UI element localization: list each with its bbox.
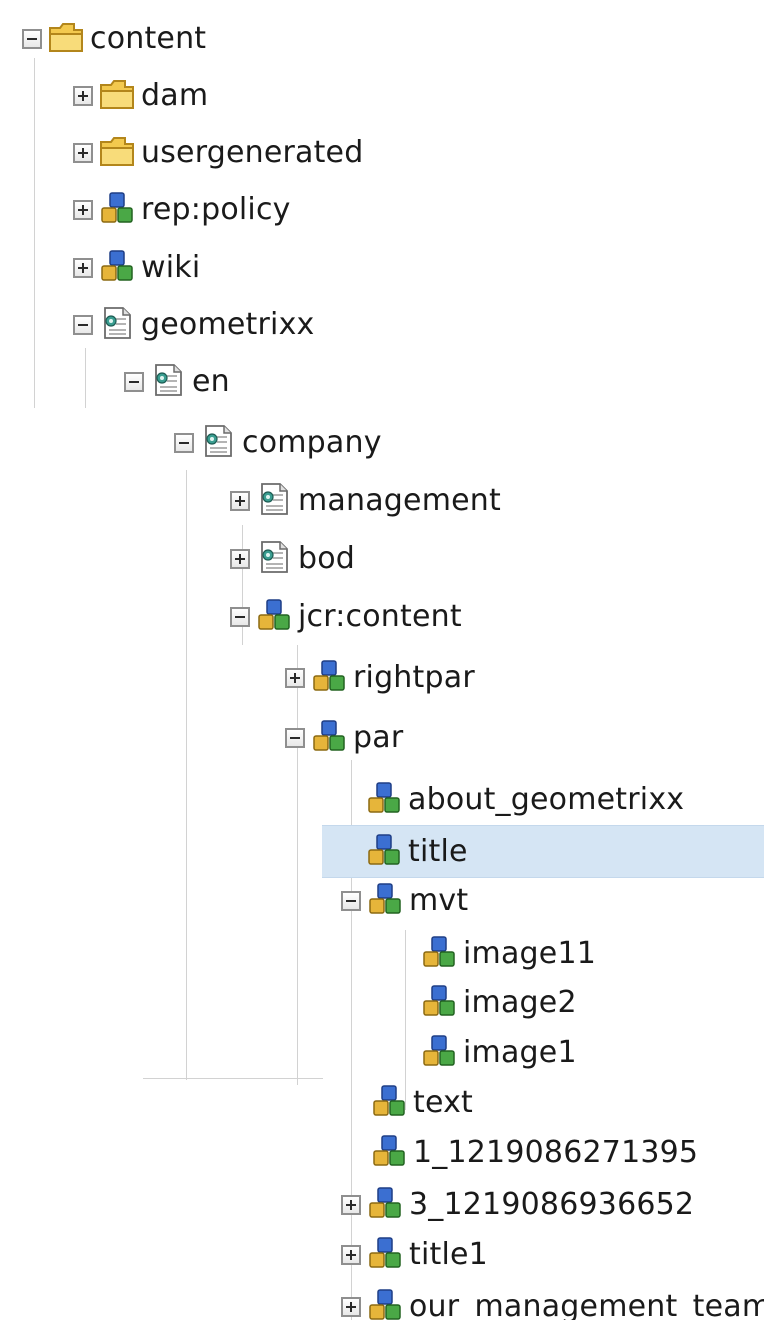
- tree-node-label: geometrixx: [141, 307, 315, 342]
- node-cubes-icon: [371, 1084, 407, 1122]
- collapse-toggle[interactable]: [174, 433, 194, 453]
- collapse-toggle[interactable]: [230, 607, 250, 627]
- tree-node-content[interactable]: content: [22, 16, 206, 62]
- tree-guide-line: [34, 58, 35, 408]
- page-icon: [150, 363, 186, 401]
- tree-node-label: 1_1219086271395: [413, 1135, 699, 1170]
- expand-toggle[interactable]: [341, 1297, 361, 1317]
- tree-node-jcr-content[interactable]: jcr:content: [230, 594, 462, 640]
- expand-toggle[interactable]: [285, 668, 305, 688]
- node-cubes-icon: [367, 1236, 403, 1274]
- expand-toggle[interactable]: [230, 549, 250, 569]
- tree-node-1-1219086271395[interactable]: 1_1219086271395: [371, 1130, 698, 1176]
- collapse-toggle[interactable]: [22, 29, 42, 49]
- tree-node-label: text: [413, 1085, 474, 1120]
- node-cubes-icon: [256, 598, 292, 636]
- tree-node-image2[interactable]: image2: [421, 980, 577, 1026]
- node-cubes-icon: [367, 1288, 403, 1320]
- tree-node-rep-policy[interactable]: rep:policy: [73, 187, 291, 233]
- tree-node-label: 3_1219086936652: [409, 1187, 695, 1222]
- tree-node-usergenerated[interactable]: usergenerated: [73, 130, 363, 176]
- tree-node-3-1219086936652[interactable]: 3_1219086936652: [341, 1182, 694, 1228]
- tree-node-label: par: [353, 720, 404, 755]
- tree-node-dam[interactable]: dam: [73, 73, 208, 119]
- tree-node-rightpar[interactable]: rightpar: [285, 655, 475, 701]
- tree-node-text[interactable]: text: [371, 1080, 473, 1126]
- tree-node-geometrixx[interactable]: geometrixx: [73, 302, 314, 348]
- tree-node-label: usergenerated: [141, 135, 364, 170]
- tree-node-label: about_geometrixx: [408, 782, 685, 817]
- expand-toggle[interactable]: [73, 258, 93, 278]
- repository-tree: content dam usergenerated rep:policy wik…: [0, 0, 764, 1320]
- node-cubes-icon: [311, 659, 347, 697]
- collapse-toggle[interactable]: [341, 891, 361, 911]
- tree-node-label: mvt: [409, 883, 469, 918]
- tree-node-label: wiki: [141, 250, 201, 285]
- expand-toggle[interactable]: [341, 1245, 361, 1265]
- tree-node-image1[interactable]: image1: [421, 1030, 577, 1076]
- tree-guide-line: [143, 1078, 323, 1079]
- tree-node-label: title1: [409, 1237, 488, 1272]
- tree-node-en[interactable]: en: [124, 359, 230, 405]
- node-cubes-icon: [421, 935, 457, 973]
- tree-node-label: bod: [298, 541, 356, 576]
- folder-icon: [99, 77, 135, 115]
- tree-node-about-geometrixx[interactable]: about_geometrixx: [366, 777, 684, 823]
- expand-toggle[interactable]: [230, 491, 250, 511]
- tree-node-par[interactable]: par: [285, 715, 403, 761]
- node-cubes-icon: [367, 1186, 403, 1224]
- tree-node-label: title: [408, 834, 468, 869]
- tree-node-mvt[interactable]: mvt: [341, 878, 468, 924]
- tree-guide-line: [297, 645, 298, 1085]
- tree-node-management[interactable]: management: [230, 478, 501, 524]
- tree-node-image11[interactable]: image11: [421, 931, 596, 977]
- expand-toggle[interactable]: [73, 86, 93, 106]
- tree-node-label: image11: [463, 936, 597, 971]
- tree-node-our-management-team[interactable]: our_management_team: [341, 1284, 764, 1320]
- node-cubes-icon: [366, 833, 402, 871]
- node-cubes-icon: [371, 1134, 407, 1172]
- page-icon: [256, 540, 292, 578]
- tree-node-label: management: [298, 483, 501, 518]
- tree-node-title[interactable]: title: [366, 829, 468, 875]
- expand-toggle[interactable]: [73, 143, 93, 163]
- tree-node-label: our_management_team: [409, 1289, 764, 1320]
- tree-node-label: en: [192, 364, 230, 399]
- tree-node-title1[interactable]: title1: [341, 1232, 488, 1278]
- node-cubes-icon: [366, 781, 402, 819]
- tree-node-label: image2: [463, 985, 577, 1020]
- node-cubes-icon: [421, 984, 457, 1022]
- tree-node-label: rightpar: [353, 660, 475, 695]
- tree-node-label: dam: [141, 78, 209, 113]
- tree-node-label: image1: [463, 1035, 577, 1070]
- folder-icon: [99, 134, 135, 172]
- tree-node-label: jcr:content: [298, 599, 462, 634]
- node-cubes-icon: [367, 882, 403, 920]
- tree-guide-line: [186, 470, 187, 1080]
- node-cubes-icon: [421, 1034, 457, 1072]
- folder-icon: [48, 20, 84, 58]
- expand-toggle[interactable]: [341, 1195, 361, 1215]
- collapse-toggle[interactable]: [285, 728, 305, 748]
- tree-node-label: company: [242, 425, 382, 460]
- tree-guide-line: [85, 348, 86, 408]
- node-cubes-icon: [99, 191, 135, 229]
- node-cubes-icon: [311, 719, 347, 757]
- tree-node-label: rep:policy: [141, 192, 291, 227]
- tree-node-label: content: [90, 21, 207, 56]
- page-icon: [99, 306, 135, 344]
- page-icon: [256, 482, 292, 520]
- node-cubes-icon: [99, 249, 135, 287]
- collapse-toggle[interactable]: [73, 315, 93, 335]
- tree-node-bod[interactable]: bod: [230, 536, 355, 582]
- tree-node-company[interactable]: company: [174, 420, 382, 466]
- collapse-toggle[interactable]: [124, 372, 144, 392]
- tree-node-wiki[interactable]: wiki: [73, 245, 200, 291]
- expand-toggle[interactable]: [73, 200, 93, 220]
- page-icon: [200, 424, 236, 462]
